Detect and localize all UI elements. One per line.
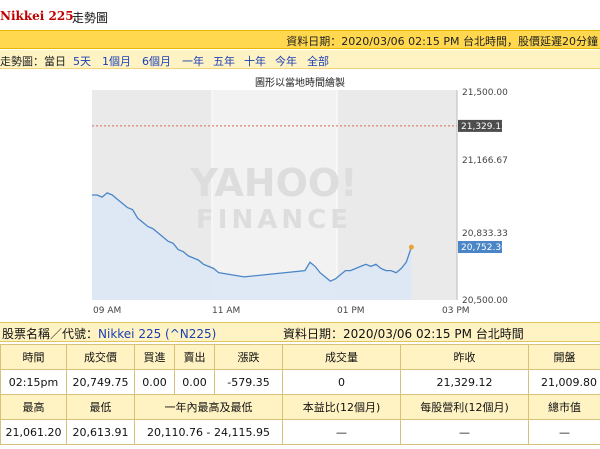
range-5d-link[interactable]: 5天 bbox=[73, 53, 91, 69]
header-ask: 賣出 bbox=[174, 344, 215, 370]
header-low: 最低 bbox=[66, 394, 135, 420]
header-prev-close: 昨收 bbox=[400, 344, 529, 370]
value-price: 20,749.75 bbox=[66, 369, 135, 395]
value-low: 20,613.91 bbox=[66, 419, 135, 445]
header-volume: 成交量 bbox=[282, 344, 401, 370]
watermark-yahoo: YAHOO! bbox=[189, 161, 357, 205]
header-bid: 買進 bbox=[134, 344, 175, 370]
title-row: Nikkei 225 走勢圖 bbox=[0, 0, 600, 30]
data-date-text: 資料日期：2020/03/06 02:15 PM 台北時間，股價延遲20分鐘 bbox=[286, 35, 598, 48]
y-tick-label-1: 21,500.00 bbox=[462, 88, 508, 98]
header-change: 漲跌 bbox=[214, 344, 283, 370]
value-change: -579.35 bbox=[214, 369, 283, 395]
header-row-1: 時間 成交價 買進 賣出 漲跌 成交量 昨收 開盤 bbox=[0, 344, 600, 370]
range-ytd-link[interactable]: 今年 bbox=[275, 53, 297, 69]
x-tick-label-2: 11 AM bbox=[212, 306, 240, 316]
y-tick-label-3: 20,833.33 bbox=[462, 229, 508, 239]
header-eps: 每股營利(12個月) bbox=[400, 394, 529, 420]
prev-close-value: 21,329.12 bbox=[461, 122, 507, 132]
info-row: 股票名稱／代號：Nikkei 225 (^N225) 資料日期：2020/03/… bbox=[0, 322, 600, 342]
quote-table: 時間 成交價 買進 賣出 漲跌 成交量 昨收 開盤 02:15pm 20,749… bbox=[0, 344, 600, 445]
page-subtitle: 走勢圖 bbox=[72, 11, 109, 25]
value-open: 21,009.80 bbox=[528, 369, 600, 395]
value-volume: 0 bbox=[282, 369, 401, 395]
prev-close-tag: 21,329.12 bbox=[458, 119, 507, 132]
value-row-2: 21,061.20 20,613.91 20,110.76 - 24,115.9… bbox=[0, 419, 600, 445]
header-52wk-range: 一年內最高及最低 bbox=[134, 394, 283, 420]
header-price: 成交價 bbox=[66, 344, 135, 370]
info-date: 資料日期：2020/03/06 02:15 PM 台北時間 bbox=[283, 327, 524, 341]
value-prev-close: 21,329.12 bbox=[400, 369, 529, 395]
header-time: 時間 bbox=[0, 344, 67, 370]
value-52wk-range: 20,110.76 - 24,115.95 bbox=[134, 419, 283, 445]
range-5y-link[interactable]: 五年 bbox=[213, 53, 235, 69]
last-price-value: 20,752.30 bbox=[461, 243, 507, 253]
value-time: 02:15pm bbox=[0, 369, 67, 395]
range-10y-link[interactable]: 十年 bbox=[244, 53, 266, 69]
x-tick-label-3: 01 PM bbox=[337, 306, 365, 316]
index-name: Nikkei 225 bbox=[0, 9, 74, 23]
value-high: 21,061.20 bbox=[0, 419, 67, 445]
value-ask: 0.00 bbox=[174, 369, 215, 395]
header-pe: 本益比(12個月) bbox=[282, 394, 401, 420]
range-1m-link[interactable]: 1個月 bbox=[102, 53, 131, 69]
header-row-2: 最高 最低 一年內最高及最低 本益比(12個月) 每股營利(12個月) 總市值 bbox=[0, 394, 600, 420]
range-all-link[interactable]: 全部 bbox=[307, 53, 329, 69]
value-market-cap: — bbox=[528, 419, 600, 445]
value-eps: — bbox=[400, 419, 529, 445]
x-tick-label-1: 09 AM bbox=[93, 306, 121, 316]
header-market-cap: 總市值 bbox=[528, 394, 600, 420]
value-row-1: 02:15pm 20,749.75 0.00 0.00 -579.35 0 21… bbox=[0, 369, 600, 395]
value-pe: — bbox=[282, 419, 401, 445]
x-tick-label-4: 03 PM bbox=[442, 306, 470, 316]
range-label: 走勢圖：當日 bbox=[0, 55, 66, 68]
y-tick-label-4: 20,500.00 bbox=[462, 296, 508, 306]
value-bid: 0.00 bbox=[134, 369, 175, 395]
header-open: 開盤 bbox=[528, 344, 600, 370]
last-price-dot bbox=[408, 244, 414, 250]
stock-name-line: 股票名稱／代號：Nikkei 225 (^N225) bbox=[2, 325, 216, 342]
stock-name-label: 股票名稱／代號： bbox=[2, 327, 99, 341]
last-price-tag: 20,752.30 bbox=[458, 241, 507, 253]
stock-name-link[interactable]: Nikkei 225 (^N225) bbox=[98, 327, 216, 341]
header-high: 最高 bbox=[0, 394, 67, 420]
range-6m-link[interactable]: 6個月 bbox=[142, 53, 171, 69]
watermark-finance: FINANCE bbox=[196, 205, 352, 235]
range-1y-link[interactable]: 一年 bbox=[182, 53, 204, 69]
y-tick-label-2: 21,166.67 bbox=[462, 156, 508, 166]
intraday-chart: YAHOO! FINANCE 21,500.00 21,166.67 20,83… bbox=[92, 88, 508, 316]
range-bar: 走勢圖：當日 5天 1個月 6個月 一年 五年 十年 今年 全部 bbox=[0, 50, 600, 69]
data-date-bar: 資料日期：2020/03/06 02:15 PM 台北時間，股價延遲20分鐘 bbox=[0, 30, 600, 49]
